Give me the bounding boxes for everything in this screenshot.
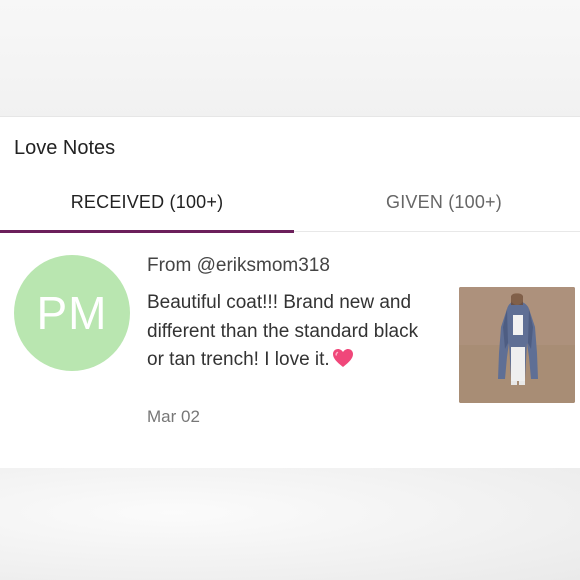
section-title: Love Notes bbox=[14, 137, 116, 159]
background-bottom bbox=[0, 468, 580, 580]
note-sender[interactable]: From @eriksmom318 bbox=[147, 255, 330, 277]
love-notes-card: Love Notes RECEIVED (100+) GIVEN (100+) … bbox=[0, 116, 580, 470]
tab-given[interactable]: GIVEN (100+) bbox=[294, 183, 580, 231]
tab-received-label: RECEIVED (100+) bbox=[70, 192, 224, 212]
love-note-item[interactable]: PM From @eriksmom318 Beautiful coat!!! B… bbox=[0, 233, 580, 469]
note-message: Beautiful coat!!! Brand new and differen… bbox=[147, 289, 437, 375]
background-top bbox=[0, 0, 580, 116]
heart-icon bbox=[332, 346, 354, 375]
note-message-text: Beautiful coat!!! Brand new and differen… bbox=[147, 292, 419, 370]
avatar[interactable]: PM bbox=[14, 255, 130, 371]
tab-bar: RECEIVED (100+) GIVEN (100+) bbox=[0, 183, 580, 233]
tab-received[interactable]: RECEIVED (100+) bbox=[0, 183, 294, 231]
avatar-initials: PM bbox=[36, 287, 108, 339]
tab-given-label: GIVEN (100+) bbox=[386, 192, 502, 212]
listing-thumbnail[interactable] bbox=[459, 287, 575, 403]
note-date: Mar 02 bbox=[147, 407, 200, 426]
